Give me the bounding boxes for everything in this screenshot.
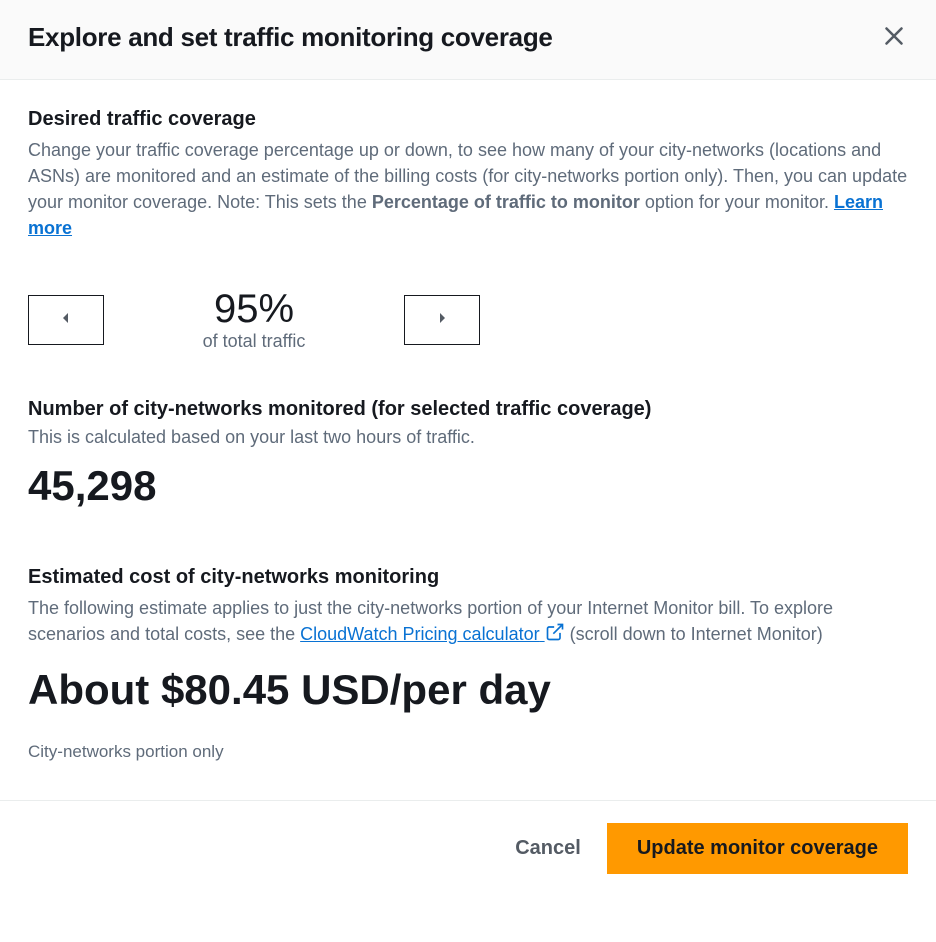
percent-value: 95% [214,287,294,331]
percent-display: 95% of total traffic [164,287,344,352]
desired-coverage-section: Desired traffic coverage Change your tra… [28,108,908,352]
city-networks-value: 45,298 [28,462,908,510]
percentage-stepper: 95% of total traffic [28,287,908,352]
modal-footer: Cancel Update monitor coverage [0,800,936,896]
percent-caption: of total traffic [203,331,306,352]
modal-body: Desired traffic coverage Change your tra… [0,80,936,800]
caret-left-icon [58,310,74,329]
cost-desc-part2: (scroll down to Internet Monitor) [565,624,823,644]
update-coverage-button[interactable]: Update monitor coverage [607,823,908,874]
close-button[interactable] [880,22,908,53]
pricing-calculator-link[interactable]: CloudWatch Pricing calculator [300,624,564,644]
coverage-desc-bold: Percentage of traffic to monitor [372,192,640,212]
cost-section: Estimated cost of city-networks monitori… [28,566,908,761]
modal-title: Explore and set traffic monitoring cover… [28,22,553,53]
cost-note: City-networks portion only [28,742,908,762]
coverage-description: Change your traffic coverage percentage … [28,137,908,241]
city-networks-title: Number of city-networks monitored (for s… [28,398,908,421]
close-icon [884,26,904,49]
pricing-link-text: CloudWatch Pricing calculator [300,624,539,644]
increase-button[interactable] [404,295,480,345]
decrease-button[interactable] [28,295,104,345]
caret-right-icon [434,310,450,329]
external-link-icon [545,622,565,642]
city-networks-section: Number of city-networks monitored (for s… [28,398,908,510]
cost-title: Estimated cost of city-networks monitori… [28,566,908,589]
cancel-button[interactable]: Cancel [515,837,581,860]
coverage-section-title: Desired traffic coverage [28,108,908,131]
modal-header: Explore and set traffic monitoring cover… [0,0,936,80]
cost-description: The following estimate applies to just t… [28,595,908,647]
cost-value: About $80.45 USD/per day [28,666,908,714]
city-networks-subdesc: This is calculated based on your last tw… [28,427,908,448]
coverage-desc-part2: option for your monitor. [640,192,834,212]
